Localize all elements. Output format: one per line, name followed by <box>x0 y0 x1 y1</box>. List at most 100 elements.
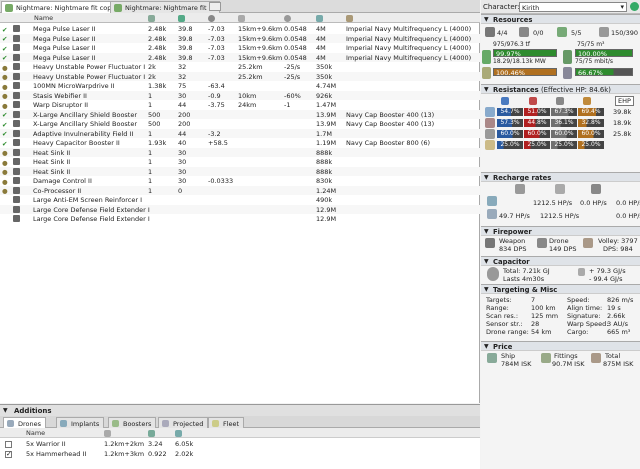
module-row[interactable]: ✔ Adaptive Invulnerability Field II 1 44 -3.… <box>0 128 480 138</box>
active-state-icon[interactable]: ✔ <box>2 45 8 53</box>
drone-checkbox[interactable] <box>5 440 12 448</box>
module-row[interactable]: Large Anti-EM Screen Reinforcer I 490k <box>0 195 480 205</box>
effect-col-icon[interactable] <box>284 14 291 22</box>
resources-header[interactable]: ▼ Resources <box>481 14 640 24</box>
drone-icon <box>537 238 547 248</box>
weapon-label: Weapon <box>499 237 526 245</box>
module-row[interactable]: Large Core Defense Field Extender I 12.9M <box>0 204 480 214</box>
targeting-header[interactable]: ▼ Targeting & Misc <box>481 284 640 294</box>
firepower-header[interactable]: ▼ Firepower <box>481 226 640 236</box>
online-state-icon[interactable]: ● <box>2 168 8 176</box>
module-row[interactable]: ● Stasis Webifier II 1 30 -0.9 10km -60% 926k <box>0 90 480 100</box>
tab-boosters[interactable]: Boosters <box>108 417 157 428</box>
character-status-icon[interactable] <box>630 2 639 11</box>
collapse-arrow-icon[interactable]: ▼ <box>484 86 489 93</box>
tab-label: Nightmare: Nightmare fit <box>125 4 207 12</box>
drone-checkbox-checked[interactable]: ✓ <box>5 450 12 458</box>
module-row[interactable]: ✔ Mega Pulse Laser II 2.48k 39.8 -7.03 15km+9… <box>0 43 480 53</box>
active-state-icon[interactable]: ✔ <box>2 35 8 43</box>
price-value: 888k <box>316 167 333 176</box>
module-row[interactable]: ● Co-Processor II 1 0 1.24M <box>0 185 480 195</box>
online-state-icon[interactable]: ● <box>2 102 8 110</box>
module-row[interactable]: ● Damage Control II 1 30 -0.0333 830k <box>0 176 480 186</box>
cap-col-icon[interactable] <box>208 14 215 22</box>
price-col-icon[interactable] <box>316 14 323 22</box>
price-header[interactable]: ▼ Price <box>481 341 640 351</box>
module-icon <box>13 63 20 70</box>
online-state-icon[interactable]: ● <box>2 64 8 72</box>
range-col-icon[interactable] <box>104 429 111 437</box>
module-row[interactable]: ● Heavy Unstable Power Fluctuator I 2k 32 25… <box>0 71 480 81</box>
range-value: 10km <box>238 91 257 100</box>
module-icon <box>13 82 20 89</box>
collapse-arrow-icon[interactable]: ▼ <box>484 286 489 293</box>
online-state-icon[interactable] <box>2 197 8 203</box>
online-state-icon[interactable]: ● <box>2 159 8 167</box>
resistances-header[interactable]: ▼ Resistances (Effective HP: 84.6k) <box>481 84 640 94</box>
module-icon <box>13 101 20 108</box>
col-name-header[interactable]: Name <box>26 429 45 437</box>
module-row[interactable]: ● 100MN MicroWarpdrive II 1.38k 75 -63.4 4.74… <box>0 81 480 91</box>
powergrid-value: 200 <box>178 110 191 119</box>
module-row[interactable]: Large Core Defense Field Extender I 12.9M <box>0 214 480 224</box>
collapse-arrow-icon[interactable]: ▼ <box>484 174 489 181</box>
resist-cell: 57.3% <box>497 119 523 127</box>
speed-col-icon[interactable] <box>148 429 155 437</box>
online-state-icon[interactable]: ● <box>2 178 8 186</box>
active-state-icon[interactable]: ✔ <box>2 26 8 34</box>
online-state-icon[interactable]: ● <box>2 92 8 100</box>
effect-value: 0.0548 <box>284 34 307 43</box>
online-state-icon[interactable] <box>2 216 8 222</box>
module-icon <box>13 110 20 118</box>
new-tab-icon[interactable] <box>209 2 221 11</box>
ammo-col-icon[interactable] <box>346 14 353 22</box>
module-row[interactable]: ✔ Mega Pulse Laser II 2.48k 39.8 -7.03 15km+9… <box>0 52 480 62</box>
powergrid-col-icon[interactable] <box>178 14 185 22</box>
active-state-icon[interactable]: ✔ <box>2 121 8 129</box>
module-row[interactable]: ✔ X-Large Ancillary Shield Booster 500 200 1… <box>0 119 480 129</box>
resist-cell: 51.0% <box>524 108 550 116</box>
range-col-icon[interactable] <box>238 14 245 22</box>
module-row[interactable]: ● Warp Disruptor II 1 44 -3.75 24km -1 1.47M <box>0 100 480 110</box>
online-state-icon[interactable] <box>2 206 8 212</box>
additions-header[interactable]: ▼ Additions <box>0 405 480 416</box>
collapse-arrow-icon[interactable]: ▼ <box>484 228 489 235</box>
col-name-header[interactable]: Name <box>34 14 53 22</box>
resistances-section: ▼ Resistances (Effective HP: 84.6k) EHP 5… <box>481 84 640 150</box>
online-state-icon[interactable]: ● <box>2 83 8 91</box>
tab-projected[interactable]: Projected <box>158 417 209 428</box>
drone-row[interactable]: ✓ 5x Hammerhead II 1.2km+3km 0.922 2.02k <box>0 449 480 459</box>
tab-fleet[interactable]: Fleet <box>208 417 245 428</box>
module-row[interactable]: ✔ Mega Pulse Laser II 2.48k 39.8 -7.03 15km+9… <box>0 24 480 34</box>
ehp-button[interactable]: EHP <box>615 96 634 106</box>
module-row[interactable]: ● Heat Sink II 1 30 888k <box>0 166 480 176</box>
online-state-icon[interactable]: ● <box>2 187 8 195</box>
collapse-arrow-icon[interactable]: ▼ <box>3 407 8 414</box>
module-row[interactable]: ✔ Mega Pulse Laser II 2.48k 39.8 -7.03 15km+9… <box>0 33 480 43</box>
collapse-arrow-icon[interactable]: ▼ <box>484 343 489 350</box>
recharge-header[interactable]: ▼ Recharge rates <box>481 172 640 182</box>
tab-fit[interactable]: Nightmare: Nightmare fit x <box>110 1 221 13</box>
online-state-icon[interactable]: ● <box>2 149 8 157</box>
module-row[interactable]: ● Heat Sink II 1 30 888k <box>0 157 480 167</box>
capacitor-header[interactable]: ▼ Capacitor <box>481 256 640 266</box>
module-row[interactable]: ✔ Heavy Capacitor Booster II 1.93k 40 +58.5 1… <box>0 138 480 148</box>
module-row[interactable]: ✔ X-Large Ancillary Shield Booster 500 200 1… <box>0 109 480 119</box>
cpu-col-icon[interactable] <box>148 14 155 22</box>
tab-drones[interactable]: Drones <box>3 417 47 428</box>
drone-row[interactable]: 5x Warrior II 1.2km+2km 3.24 6.05k <box>0 439 480 449</box>
collapse-arrow-icon[interactable]: ▼ <box>484 16 489 23</box>
module-row[interactable]: ● Heavy Unstable Power Fluctuator I 2k 32 25… <box>0 62 480 72</box>
section-title: Resources <box>493 16 533 24</box>
drone-speed: 3.24 <box>148 440 163 448</box>
active-state-icon[interactable]: ✔ <box>2 54 8 62</box>
collapse-arrow-icon[interactable]: ▼ <box>484 258 489 265</box>
active-state-icon[interactable]: ✔ <box>2 111 8 119</box>
online-state-icon[interactable]: ● <box>2 73 8 81</box>
character-select[interactable]: Kirith <box>519 2 627 12</box>
price-col-icon[interactable] <box>175 429 182 437</box>
active-state-icon[interactable]: ✔ <box>2 140 8 148</box>
module-row[interactable]: ● Heat Sink II 1 30 888k <box>0 147 480 157</box>
tab-implants[interactable]: Implants <box>56 417 105 428</box>
active-state-icon[interactable]: ✔ <box>2 130 8 138</box>
